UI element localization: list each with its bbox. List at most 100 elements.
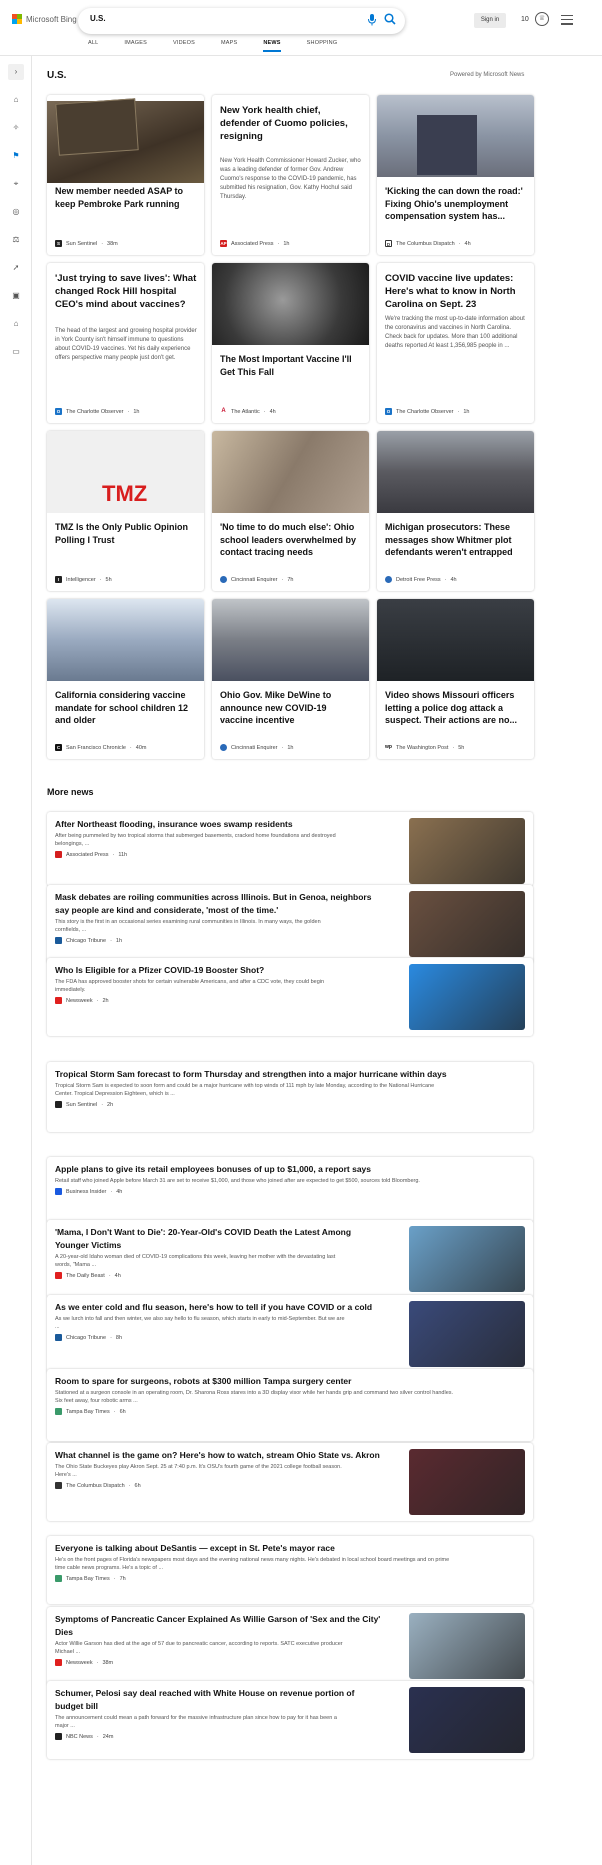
hamburger-menu-icon[interactable] <box>561 15 573 25</box>
card-title[interactable]: TMZ Is the Only Public Opinion Polling I… <box>55 521 197 546</box>
source-name: The Columbus Dispatch <box>396 240 455 247</box>
news-thumbnail[interactable] <box>409 1449 525 1515</box>
microsoft-logo-icon <box>12 14 22 24</box>
card-title[interactable]: COVID vaccine live updates: Here's what … <box>385 272 527 311</box>
news-card[interactable]: Ohio Gov. Mike DeWine to announce new CO… <box>212 599 369 759</box>
chevron-right-icon[interactable]: › <box>8 64 24 80</box>
news-item[interactable]: What channel is the game on? Here's how … <box>47 1443 533 1521</box>
microphone-icon[interactable] <box>367 14 379 28</box>
card-title[interactable]: New York health chief, defender of Cuomo… <box>220 104 362 143</box>
news-thumbnail[interactable] <box>409 1301 525 1367</box>
news-thumbnail[interactable] <box>409 891 525 957</box>
time: 2h <box>107 1101 114 1108</box>
news-title[interactable]: Room to spare for surgeons, robots at $3… <box>55 1375 351 1388</box>
news-item[interactable]: After Northeast flooding, insurance woes… <box>47 812 533 886</box>
news-item[interactable]: Everyone is talking about DeSantis — exc… <box>47 1536 533 1604</box>
sparkle-icon[interactable]: ✧ <box>8 120 24 136</box>
search-box[interactable]: U.S. <box>78 8 405 34</box>
news-item[interactable]: Apple plans to give its retail employees… <box>47 1157 533 1223</box>
card-title[interactable]: 'Just trying to save lives': What change… <box>55 272 197 311</box>
card-title[interactable]: 'Kicking the can down the road:' Fixing … <box>385 185 527 223</box>
rewards-points[interactable]: 10 <box>521 16 529 23</box>
news-item[interactable]: Symptoms of Pancreatic Cancer Explained … <box>47 1607 533 1685</box>
news-title[interactable]: Apple plans to give its retail employees… <box>55 1163 371 1176</box>
card-image <box>47 599 204 681</box>
location-pin-icon[interactable]: ⌖ <box>8 176 24 192</box>
news-item[interactable]: Schumer, Pelosi say deal reached with Wh… <box>47 1681 533 1759</box>
news-title[interactable]: Who Is Eligible for a Pfizer COVID-19 Bo… <box>55 964 264 977</box>
news-title[interactable]: Mask debates are roiling communities acr… <box>55 891 371 916</box>
search-input[interactable]: U.S. <box>90 14 106 23</box>
time: 4h <box>114 1272 121 1279</box>
news-title[interactable]: 'Mama, I Don't Want to Die': 20-Year-Old… <box>55 1226 351 1251</box>
tmz-logo-icon: TMZ <box>102 481 148 506</box>
news-title[interactable]: As we enter cold and flu season, here's … <box>55 1301 372 1314</box>
news-card[interactable]: The Most Important Vaccine I'll Get This… <box>212 263 369 423</box>
card-title[interactable]: 'No time to do much else': Ohio school l… <box>220 521 362 559</box>
news-item[interactable]: Who Is Eligible for a Pfizer COVID-19 Bo… <box>47 958 533 1036</box>
news-thumbnail[interactable] <box>409 1687 525 1753</box>
sign-in-button[interactable]: Sign in <box>474 13 506 28</box>
tab-shopping[interactable]: SHOPPING <box>307 40 338 52</box>
bing-logo[interactable]: Microsoft Bing <box>12 14 77 24</box>
tab-images[interactable]: IMAGES <box>124 40 147 52</box>
news-title-line: As we enter cold and flu season, here's … <box>55 1302 373 1312</box>
card-title[interactable]: Video shows Missouri officers letting a … <box>385 689 527 727</box>
news-thumbnail[interactable] <box>409 1226 525 1292</box>
news-thumbnail[interactable] <box>409 1613 525 1679</box>
news-card[interactable]: 'Kicking the can down the road:' Fixing … <box>377 95 534 255</box>
news-card[interactable]: Michigan prosecutors: These messages sho… <box>377 431 534 591</box>
news-card[interactable]: COVID vaccine live updates: Here's what … <box>377 263 534 423</box>
news-card[interactable]: New member needed ASAP to keep Pembroke … <box>47 95 204 255</box>
news-title[interactable]: After Northeast flooding, insurance woes… <box>55 818 293 831</box>
search-icon[interactable] <box>384 13 398 27</box>
news-title[interactable]: Everyone is talking about DeSantis — exc… <box>55 1542 335 1555</box>
news-description: Retail staff who joined Apple before Mar… <box>55 1177 420 1185</box>
time: 4h <box>464 240 471 247</box>
news-card[interactable]: 'Just trying to save lives': What change… <box>47 263 204 423</box>
flag-icon[interactable]: ⚑ <box>8 148 24 164</box>
news-item[interactable]: 'Mama, I Don't Want to Die': 20-Year-Old… <box>47 1220 533 1298</box>
globe-icon[interactable]: ◎ <box>8 204 24 220</box>
time: 7h <box>119 1575 126 1582</box>
news-thumbnail[interactable] <box>409 964 525 1030</box>
source-name: Associated Press <box>66 851 109 858</box>
news-card[interactable]: California considering vaccine mandate f… <box>47 599 204 759</box>
card-title[interactable]: California considering vaccine mandate f… <box>55 689 197 727</box>
source-name: Newsweek <box>66 997 93 1004</box>
news-card[interactable]: New York health chief, defender of Cuomo… <box>212 95 369 255</box>
news-thumbnail[interactable] <box>409 818 525 884</box>
card-title[interactable]: The Most Important Vaccine I'll Get This… <box>220 353 362 378</box>
scale-icon[interactable]: ⚖ <box>8 232 24 248</box>
bank-icon[interactable]: ⌂ <box>8 316 24 332</box>
tab-all[interactable]: ALL <box>88 40 98 52</box>
time: 38m <box>107 240 118 247</box>
news-card[interactable]: TMZ TMZ Is the Only Public Opinion Polli… <box>47 431 204 591</box>
news-item[interactable]: Room to spare for surgeons, robots at $3… <box>47 1369 533 1441</box>
card-title[interactable]: Ohio Gov. Mike DeWine to announce new CO… <box>220 689 362 727</box>
card-title[interactable]: New member needed ASAP to keep Pembroke … <box>55 185 197 210</box>
source-name: Cincinnati Enquirer <box>231 744 278 751</box>
source-logo-icon: C <box>55 744 62 751</box>
news-item[interactable]: Mask debates are roiling communities acr… <box>47 885 533 963</box>
tab-news[interactable]: NEWS <box>263 40 281 52</box>
news-card[interactable]: Video shows Missouri officers letting a … <box>377 599 534 759</box>
home-icon[interactable]: ⌂ <box>8 92 24 108</box>
rewards-trophy-icon[interactable]: ♕ <box>535 12 549 26</box>
separator: · <box>108 1272 111 1279</box>
card-icon[interactable]: ▭ <box>8 344 24 360</box>
powered-by[interactable]: Powered by Microsoft News <box>450 72 524 78</box>
news-title[interactable]: What channel is the game on? Here's how … <box>55 1449 380 1462</box>
film-icon[interactable]: ▣ <box>8 288 24 304</box>
news-item[interactable]: As we enter cold and flu season, here's … <box>47 1295 533 1373</box>
news-item[interactable]: Tropical Storm Sam forecast to form Thur… <box>47 1062 533 1132</box>
news-title[interactable]: Tropical Storm Sam forecast to form Thur… <box>55 1068 447 1081</box>
tab-videos[interactable]: VIDEOS <box>173 40 195 52</box>
card-title[interactable]: Michigan prosecutors: These messages sho… <box>385 521 527 559</box>
left-rail: › ⌂ ✧ ⚑ ⌖ ◎ ⚖ ➚ ▣ ⌂ ▭ <box>0 56 32 1865</box>
tab-maps[interactable]: MAPS <box>221 40 237 52</box>
rocket-icon[interactable]: ➚ <box>8 260 24 276</box>
news-title[interactable]: Schumer, Pelosi say deal reached with Wh… <box>55 1687 354 1712</box>
news-title[interactable]: Symptoms of Pancreatic Cancer Explained … <box>55 1613 380 1638</box>
news-card[interactable]: 'No time to do much else': Ohio school l… <box>212 431 369 591</box>
